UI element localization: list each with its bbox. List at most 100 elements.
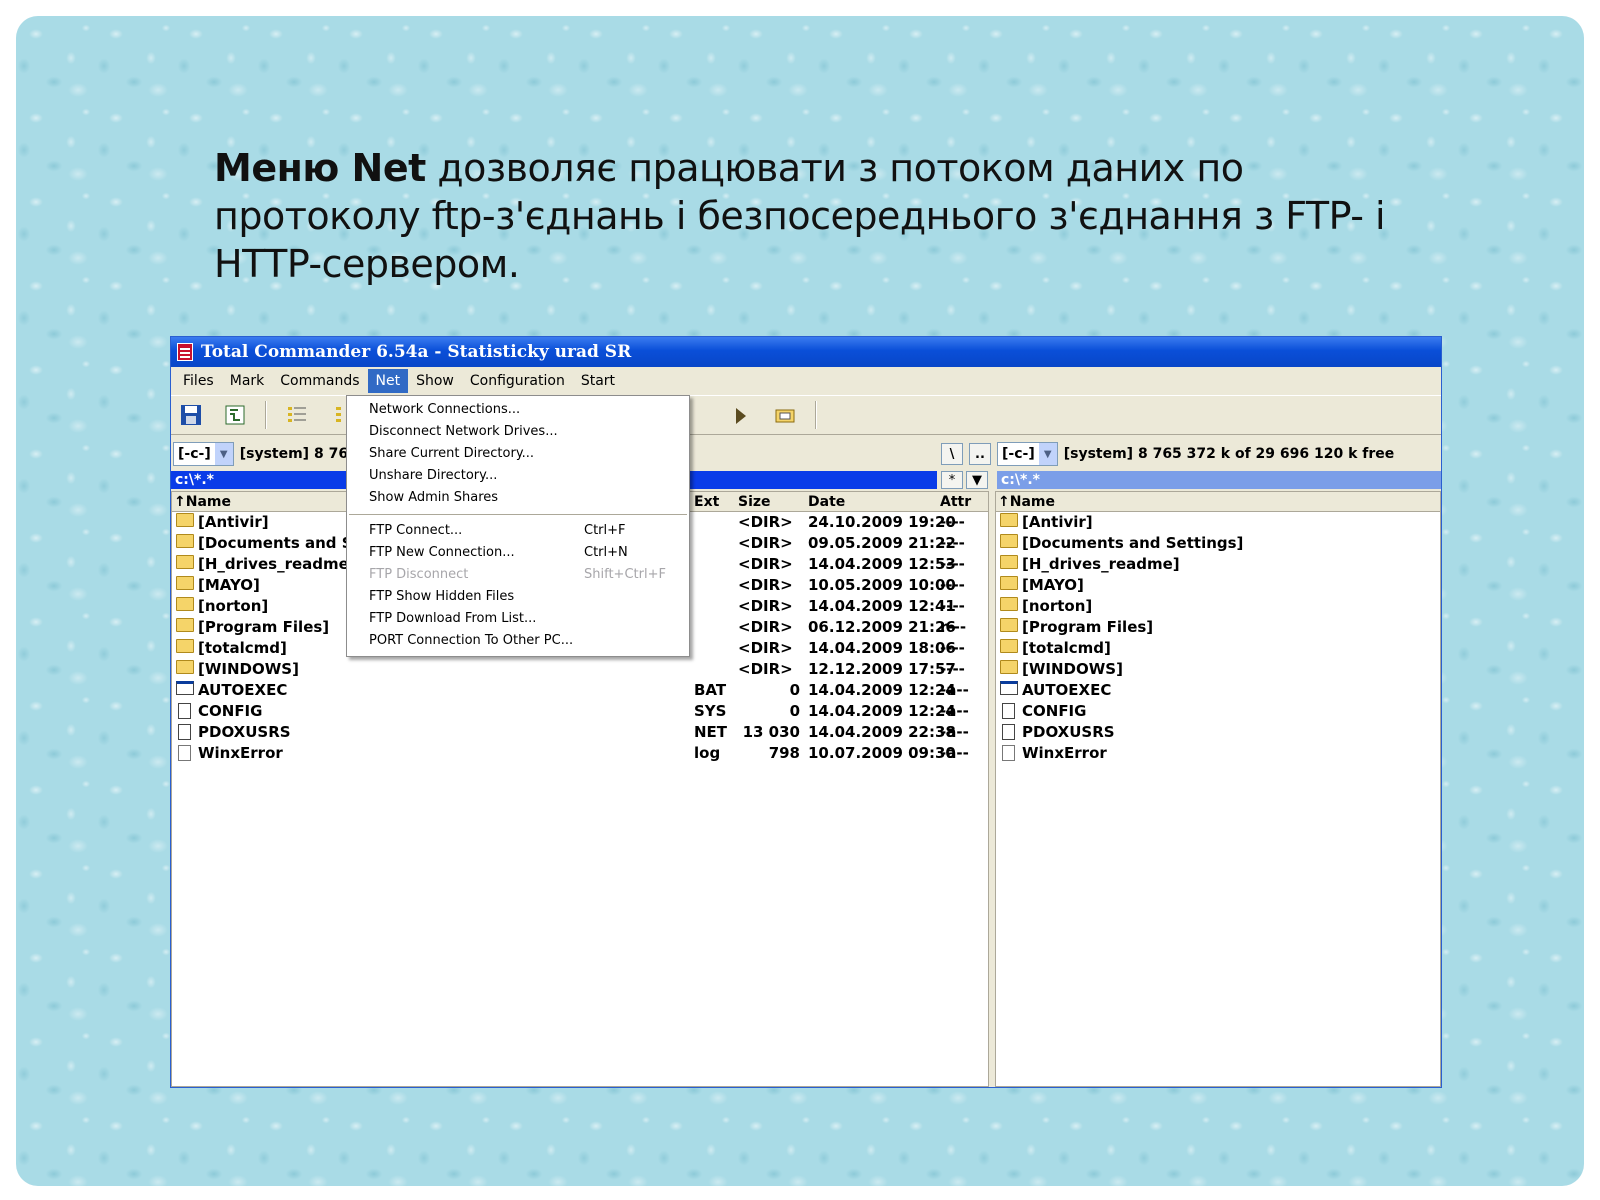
file-name: [MAYO] — [198, 576, 260, 594]
menu-item-unshare-directory[interactable]: Unshare Directory... — [347, 465, 689, 487]
file-size: 0 — [789, 681, 800, 699]
file-icon — [1002, 745, 1015, 761]
save-icon[interactable] — [177, 401, 205, 429]
column-ext[interactable]: Ext — [694, 494, 719, 510]
menu-show[interactable]: Show — [408, 369, 462, 393]
file-name: [norton] — [198, 597, 269, 615]
file-name: [H_drives_readme] — [198, 555, 356, 573]
column-size[interactable]: Size — [738, 494, 771, 510]
filter-button[interactable]: * — [941, 471, 963, 489]
table-row[interactable]: [norton] — [996, 596, 1440, 617]
table-row[interactable]: CONFIG — [996, 701, 1440, 722]
right-path-bar: c:\*.* — [997, 471, 1441, 489]
menu-item-label: PORT Connection To Other PC... — [369, 633, 574, 648]
table-row[interactable]: [H_drives_readme] — [996, 554, 1440, 575]
menu-item-share-current-directory[interactable]: Share Current Directory... — [347, 443, 689, 465]
table-row[interactable]: WinxError — [996, 743, 1440, 764]
table-row[interactable]: AUTOEXEC — [996, 680, 1440, 701]
view-icon[interactable] — [283, 401, 311, 429]
left-drive-select[interactable]: [-c-] ▼ — [173, 442, 234, 466]
folder-icon — [176, 513, 194, 527]
menu-commands[interactable]: Commands — [272, 369, 367, 393]
chevron-down-icon[interactable]: ▼ — [1038, 443, 1057, 465]
table-row[interactable]: [Program Files] — [996, 617, 1440, 638]
column-name[interactable]: ↑Name — [174, 494, 231, 510]
column-date[interactable]: Date — [808, 494, 845, 510]
file-size: 13 030 — [742, 723, 800, 741]
menu-item-ftp-5[interactable]: PORT Connection To Other PC... — [347, 630, 689, 652]
left-drive-bar: [-c-] ▼ [system] 8 765 — [173, 439, 358, 469]
tree-icon[interactable] — [221, 401, 249, 429]
file-icon — [1002, 703, 1015, 719]
chevron-down-icon[interactable]: ▼ — [214, 443, 233, 465]
file-icon — [178, 724, 191, 740]
folder-view-icon[interactable] — [771, 401, 799, 429]
menu-net[interactable]: Net — [367, 369, 409, 393]
file-date: 12.12.2009 17:57 — [808, 660, 956, 678]
file-name: [Documents and Settings] — [1022, 534, 1244, 552]
file-name: [H_drives_readme] — [1022, 555, 1180, 573]
window-title: Total Commander 6.54a - Statisticky urad… — [201, 342, 632, 362]
menu-item-ftp-3[interactable]: FTP Show Hidden Files — [347, 586, 689, 608]
file-name: [totalcmd] — [198, 639, 287, 657]
table-row[interactable]: PDOXUSRS NET 13 030 14.04.2009 22:38 -a-- — [172, 722, 988, 743]
file-name: WinxError — [1022, 744, 1107, 762]
file-date: 14.04.2009 12:41 — [808, 597, 956, 615]
file-name: [WINDOWS] — [1022, 660, 1123, 678]
menu-item-shortcut: Ctrl+N — [584, 545, 628, 560]
run-icon[interactable] — [727, 401, 755, 429]
ftp-menu-group: FTP Connect... Ctrl+F FTP New Connection..… — [347, 520, 689, 652]
table-row[interactable]: WinxError log 798 10.07.2009 09:30 -a-- — [172, 743, 988, 764]
table-row[interactable]: AUTOEXEC BAT 0 14.04.2009 12:24 -a-- — [172, 680, 988, 701]
table-row[interactable]: PDOXUSRS — [996, 722, 1440, 743]
column-attr[interactable]: Attr — [940, 494, 971, 510]
table-row[interactable]: [totalcmd] — [996, 638, 1440, 659]
history-button[interactable]: ▼ — [966, 471, 988, 489]
menu-files[interactable]: Files — [175, 369, 222, 393]
menu-item-network-connections[interactable]: Network Connections... — [347, 399, 689, 421]
table-row[interactable]: [WINDOWS] <DIR> 12.12.2009 17:57 ---- — [172, 659, 988, 680]
menu-item-ftp-4[interactable]: FTP Download From List... — [347, 608, 689, 630]
file-name: PDOXUSRS — [1022, 723, 1115, 741]
left-path-buttons: * ▼ — [941, 471, 988, 489]
file-icon — [178, 745, 191, 761]
file-attr: -a-- — [940, 702, 969, 720]
file-icon — [1000, 681, 1018, 695]
column-name[interactable]: ↑Name — [998, 494, 1055, 510]
right-file-list: [Antivir] [Documents and Settings] [H_driv… — [996, 512, 1440, 764]
table-row[interactable]: [WINDOWS] — [996, 659, 1440, 680]
total-commander-window: Total Commander 6.54a - Statisticky urad… — [170, 336, 1442, 1088]
slide-text: Меню Net дозволяє працювати з потоком да… — [214, 144, 1434, 288]
menu-item-ftp-0[interactable]: FTP Connect... Ctrl+F — [347, 520, 689, 542]
table-row[interactable]: [Antivir] — [996, 512, 1440, 533]
table-row[interactable]: [Documents and Settings] — [996, 533, 1440, 554]
menu-start[interactable]: Start — [573, 369, 623, 393]
file-size: <DIR> — [738, 639, 793, 657]
file-date: 10.07.2009 09:30 — [808, 744, 956, 762]
right-drive-select[interactable]: [-c-] ▼ — [997, 442, 1058, 466]
root-button[interactable]: \ — [941, 443, 963, 465]
left-drive-label: [-c-] — [178, 446, 211, 462]
file-name: [Documents and Se — [198, 534, 363, 552]
menu-item-show-admin-shares[interactable]: Show Admin Shares — [347, 487, 689, 509]
menu-separator — [349, 514, 687, 515]
file-attr: ---- — [940, 555, 965, 573]
file-icon — [1002, 724, 1015, 740]
menu-configuration[interactable]: Configuration — [462, 369, 573, 393]
table-row[interactable]: CONFIG SYS 0 14.04.2009 12:24 -a-- — [172, 701, 988, 722]
parent-dir-button[interactable]: .. — [969, 443, 991, 465]
file-date: 14.04.2009 18:06 — [808, 639, 956, 657]
menu-item-disconnect-network-drives[interactable]: Disconnect Network Drives... — [347, 421, 689, 443]
menu-item-ftp-1[interactable]: FTP New Connection... Ctrl+N — [347, 542, 689, 564]
file-attr: ---- — [940, 534, 965, 552]
file-name: [norton] — [1022, 597, 1093, 615]
file-size: <DIR> — [738, 534, 793, 552]
menu-item-shortcut: Ctrl+F — [584, 523, 626, 538]
menu-item-label: FTP Download From List... — [369, 611, 537, 626]
menu-item-label: FTP Disconnect — [369, 567, 469, 582]
folder-icon — [1000, 576, 1018, 590]
right-file-panel: ↑Name [Antivir] [Documents and Settings][… — [995, 491, 1441, 1087]
menu-mark[interactable]: Mark — [222, 369, 273, 393]
file-date: 14.04.2009 12:24 — [808, 681, 956, 699]
table-row[interactable]: [MAYO] — [996, 575, 1440, 596]
